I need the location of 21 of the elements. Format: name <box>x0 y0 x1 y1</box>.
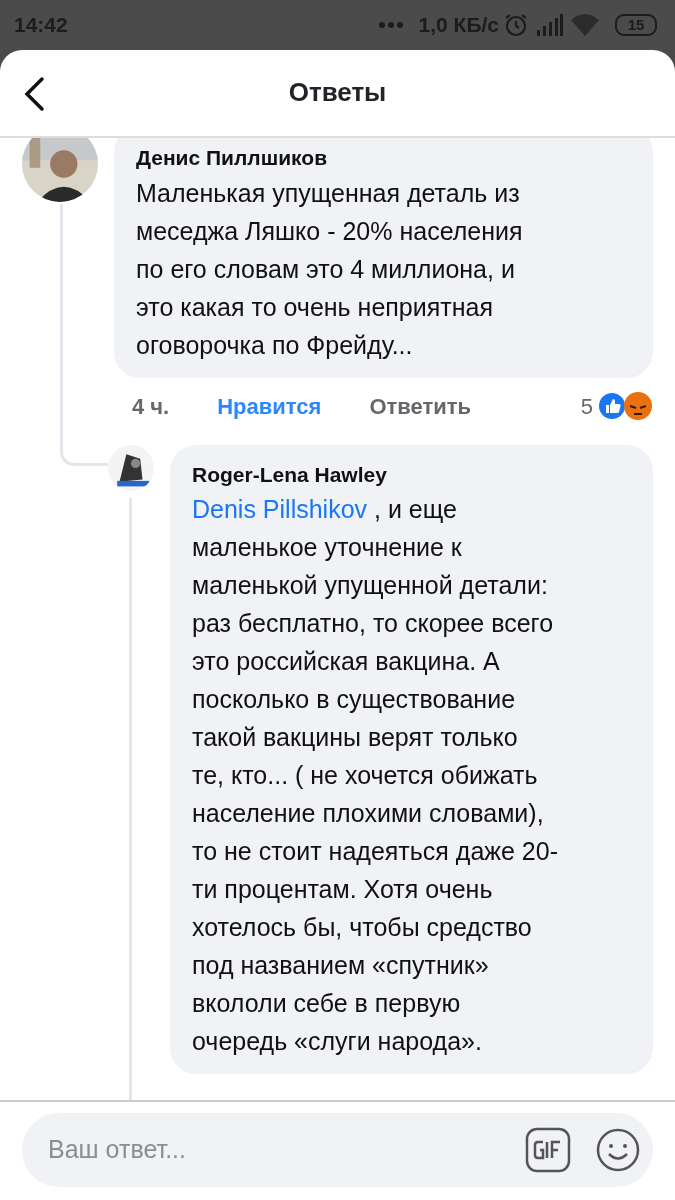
emoji-icon[interactable] <box>595 1127 641 1173</box>
comment-text: Маленькая упущенная деталь из меседжа Ляшко - 20% населения по его словам это 4 миллиона, и это какая то очень неприятная оговорочка по Фрейду... <box>136 177 524 361</box>
reply-link[interactable]: Ответить <box>369 389 472 423</box>
wifi-icon <box>571 14 599 36</box>
reaction-count: 5 <box>580 392 593 421</box>
signal-icon <box>537 14 563 36</box>
reply-box[interactable]: Ваш ответ... <box>22 1113 653 1187</box>
alarm-icon <box>503 12 529 38</box>
author-name[interactable]: Денис Пиллшиков <box>136 142 631 174</box>
like-link[interactable]: Нравится <box>217 389 322 423</box>
page-title: Ответы <box>288 77 387 109</box>
avatar[interactable] <box>22 138 98 202</box>
gif-icon[interactable] <box>525 1127 571 1173</box>
avatar[interactable] <box>108 444 154 491</box>
like-reaction-icon <box>597 391 627 421</box>
comment-text: Denis Pillshikov , и еще маленькое уточнение к маленькой упущенной детали: раз бесплатно, то скорее всего это российская вакцина. А посколько в существование такой вакцины верят только те, кто... ( не хочется обижать население плохими словами), то не стоит надеяться даже 20- ти процентам. Хотя очень хотелось бы, чтобы средство под названием «спутник» вкололи себе в первую очередь «слуги народа». <box>192 494 559 1057</box>
more-icon <box>378 22 403 28</box>
angry-reaction-icon <box>623 391 653 421</box>
author-name[interactable]: Roger-Lena Hawley <box>192 458 631 490</box>
mention-link[interactable]: Denis Pillshikov <box>192 495 368 523</box>
timestamp: 4 ч. <box>132 392 170 421</box>
